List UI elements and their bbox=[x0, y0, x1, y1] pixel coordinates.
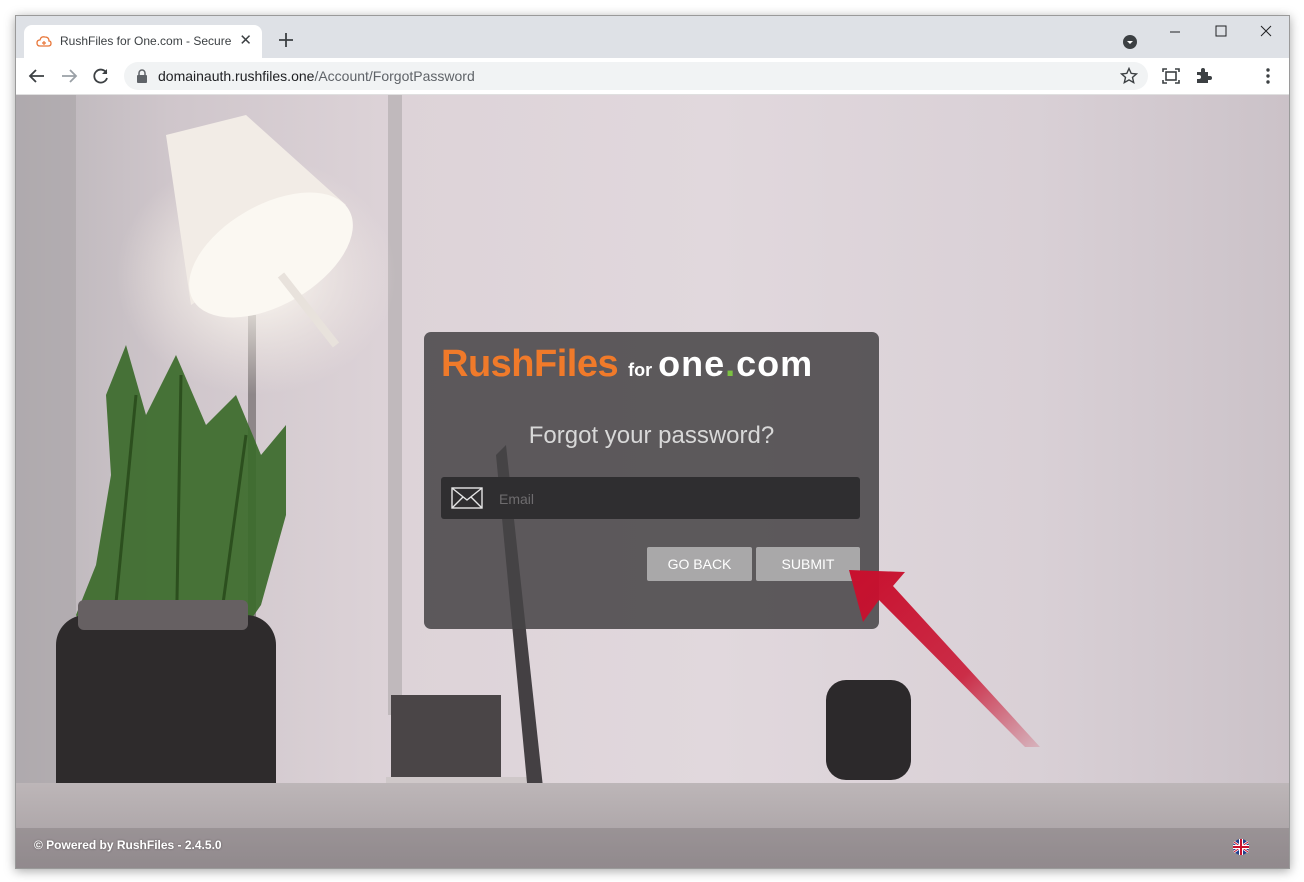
lock-icon[interactable] bbox=[136, 69, 148, 83]
url-text[interactable]: domainauth.rushfiles.one/Account/ForgotP… bbox=[158, 68, 475, 84]
url-domain: domainauth.rushfiles.one bbox=[158, 68, 315, 84]
logo-partner-dot: . bbox=[725, 343, 737, 384]
rushfiles-logo: RushFiles for one.com bbox=[441, 343, 813, 386]
logo-partner-b: com bbox=[736, 343, 814, 384]
powered-by-text: © Powered by RushFiles - 2.4.5.0 bbox=[34, 838, 222, 852]
forward-arrow-icon[interactable] bbox=[59, 66, 79, 86]
browser-tab[interactable]: RushFiles for One.com - Securely share a… bbox=[24, 25, 262, 58]
back-arrow-icon[interactable] bbox=[27, 66, 47, 86]
media-icon[interactable] bbox=[1161, 66, 1181, 86]
page-title: Forgot your password? bbox=[528, 422, 775, 449]
window-close-icon[interactable] bbox=[1243, 20, 1289, 46]
email-field-container bbox=[441, 477, 860, 521]
page-footer: © Powered by RushFiles - 2.4.5.0 bbox=[16, 828, 1289, 868]
address-bar[interactable]: domainauth.rushfiles.one/Account/ForgotP… bbox=[124, 62, 1148, 90]
tab-bar: RushFiles for One.com - Securely share a… bbox=[16, 16, 1289, 58]
tab-search-icon[interactable] bbox=[1122, 34, 1138, 50]
minimize-icon[interactable] bbox=[1152, 20, 1198, 46]
go-back-button[interactable]: GO BACK bbox=[647, 547, 752, 581]
tab-title: RushFiles for One.com - Securely share a… bbox=[60, 34, 232, 48]
page-viewport: RushFiles for one.com Forgot your password… bbox=[16, 95, 1289, 868]
logo-brand: RushFiles bbox=[441, 343, 619, 385]
extensions-icon[interactable] bbox=[1193, 66, 1213, 86]
uk-flag-icon[interactable] bbox=[1233, 839, 1249, 855]
envelope-icon bbox=[451, 487, 483, 509]
forgot-password-card: RushFiles for one.com Forgot your password… bbox=[424, 332, 879, 629]
reload-icon[interactable] bbox=[91, 66, 111, 86]
browser-window: RushFiles for One.com - Securely share a… bbox=[15, 15, 1290, 869]
plus-icon[interactable] bbox=[276, 30, 296, 50]
menu-icon[interactable] bbox=[1258, 66, 1278, 86]
browser-toolbar: domainauth.rushfiles.one/Account/ForgotP… bbox=[16, 58, 1289, 95]
close-icon[interactable]: ✕ bbox=[239, 32, 252, 50]
star-icon[interactable] bbox=[1120, 67, 1138, 85]
logo-partner-a: one bbox=[658, 343, 726, 384]
red-arrow-icon bbox=[849, 570, 1040, 747]
url-path: /Account/ForgotPassword bbox=[314, 68, 475, 84]
maximize-icon[interactable] bbox=[1198, 20, 1244, 46]
email-field[interactable] bbox=[497, 477, 851, 521]
rushfiles-favicon-icon bbox=[36, 36, 52, 47]
logo-for: for bbox=[628, 360, 653, 380]
